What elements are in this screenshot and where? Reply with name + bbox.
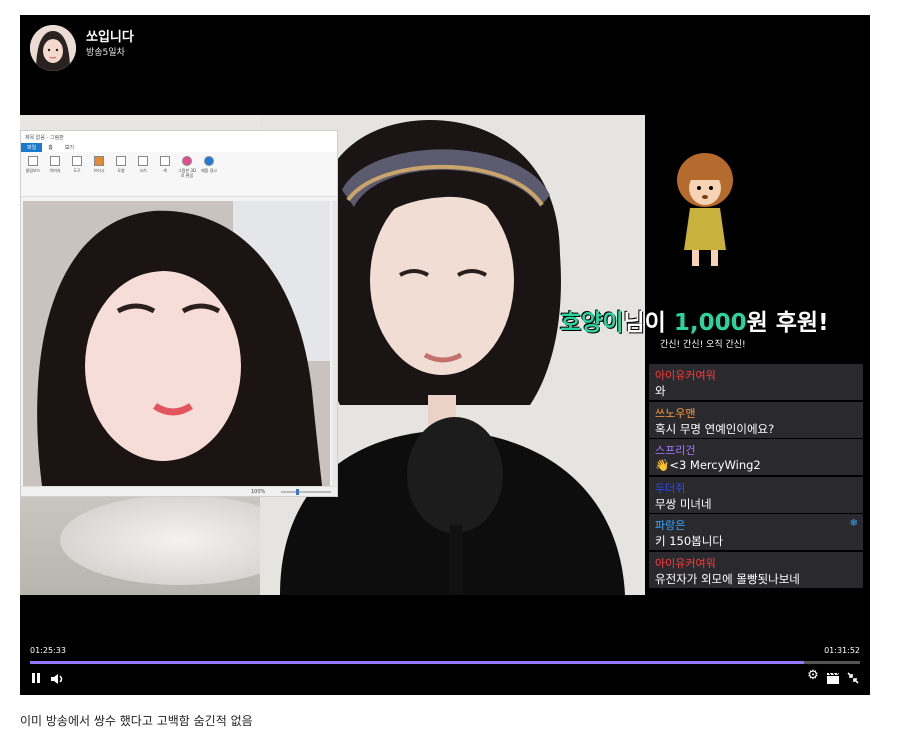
chat-message: 무쌍 미녀네 xyxy=(655,496,712,511)
chat-item: 쓰노우맨 혹시 무명 연예인이에요? xyxy=(649,401,863,438)
video-player[interactable]: 쏘입니다 방송5일차 제목 없음 - 그림판 파일 홈 보기 클립보드 이미지 … xyxy=(20,15,870,695)
current-time: 01:25:33 xyxy=(30,646,66,655)
ribbon-product-alert[interactable]: 제품 경고 xyxy=(199,156,219,192)
chat-item: 아이유커여워 유전자가 외모에 몰빵됫나보네 xyxy=(649,551,863,588)
ribbon-image[interactable]: 이미지 xyxy=(45,156,65,192)
paint-tab-view[interactable]: 보기 xyxy=(59,143,80,152)
avatar[interactable] xyxy=(30,25,76,71)
chat-overlay: 아이유커여워 와 쓰노우맨 혹시 무명 연예인이에요? 스프리건 👋<3 Mer… xyxy=(649,364,863,589)
chat-username[interactable]: 스프리건 xyxy=(655,442,857,458)
ribbon-paint3d[interactable]: 그림판 3D로 편집 xyxy=(177,156,197,192)
broadcast-day: 방송5일차 xyxy=(86,48,125,58)
progress-bar[interactable] xyxy=(30,661,860,664)
paint-tab-file[interactable]: 파일 xyxy=(21,143,43,152)
chat-message: 와 xyxy=(655,384,666,398)
chat-message: 유전자가 외모에 몰빵됫나보네 xyxy=(655,571,800,586)
chat-message: 👋<3 MercyWing2 xyxy=(655,458,761,472)
ribbon-brushes[interactable]: 브러시 xyxy=(89,156,109,192)
chat-message: 혹시 무명 연예인이에요? xyxy=(655,421,775,436)
donation-character-image xyxy=(677,153,733,266)
donor-name: 호양이 xyxy=(560,310,624,336)
paint-ribbon: 클립보드 이미지 도구 브러시 도형 크기 색 그림판 3D로 편집 제품 경고 xyxy=(21,152,337,197)
chat-item: 아이유커여워 와 xyxy=(649,364,863,400)
chat-username[interactable]: 아이유커여워 xyxy=(655,555,857,571)
paint-scrollbar[interactable] xyxy=(332,201,337,493)
chat-item: 파랑은 키 150봅니다 ❄ xyxy=(649,514,863,550)
donation-message: 간신! 간신! 오직 간신! xyxy=(660,340,746,350)
ribbon-shapes[interactable]: 도형 xyxy=(111,156,131,192)
paint-statusbar: 100% xyxy=(21,486,337,496)
chat-item: 두더쥐 무쌍 미녀네 xyxy=(649,476,863,513)
pause-button[interactable] xyxy=(30,671,42,685)
chat-username[interactable]: 쓰노우맨 xyxy=(655,405,857,421)
paint-titlebar: 제목 없음 - 그림판 xyxy=(21,131,337,143)
paint-window[interactable]: 제목 없음 - 그림판 파일 홈 보기 클립보드 이미지 도구 브러시 도형 크… xyxy=(20,130,338,497)
exit-fullscreen-icon[interactable] xyxy=(846,670,860,684)
chat-message: 키 150봅니다 xyxy=(655,534,723,548)
progress-fill xyxy=(30,661,804,664)
streamer-name: 쏘입니다 xyxy=(86,30,134,45)
ribbon-size[interactable]: 크기 xyxy=(133,156,153,192)
volume-icon[interactable] xyxy=(50,671,66,685)
total-time: 01:31:52 xyxy=(824,646,860,655)
ribbon-tools[interactable]: 도구 xyxy=(67,156,87,192)
paint-tabs: 파일 홈 보기 xyxy=(21,143,337,152)
donation-amount: 1,000 xyxy=(673,310,747,336)
paint-canvas-image[interactable] xyxy=(23,201,330,493)
chat-username[interactable]: 파랑은 xyxy=(655,517,857,533)
snowflake-icon: ❄ xyxy=(849,518,858,529)
chat-username[interactable]: 아이유커여워 xyxy=(655,367,857,383)
zoom-slider[interactable] xyxy=(281,489,331,495)
zoom-level: 100% xyxy=(251,489,266,495)
post-caption: 이미 방송에서 쌍수 했다고 고백함 숨긴적 없음 xyxy=(20,714,253,728)
chat-item: 스프리건 👋<3 MercyWing2 xyxy=(649,439,863,475)
donation-honorific: 님이 xyxy=(623,310,666,336)
donation-amount-suffix: 원 후원! xyxy=(746,310,829,336)
video-frame[interactable]: 제목 없음 - 그림판 파일 홈 보기 클립보드 이미지 도구 브러시 도형 크… xyxy=(20,115,870,595)
paint-tab-home[interactable]: 홈 xyxy=(42,143,59,152)
clip-icon[interactable] xyxy=(826,670,840,684)
ribbon-clipboard[interactable]: 클립보드 xyxy=(23,156,43,192)
donation-alert: 호양이님이 1,000원 후원! xyxy=(560,303,860,337)
gear-icon[interactable]: ⚙ xyxy=(806,669,820,683)
ribbon-colors[interactable]: 색 xyxy=(155,156,175,192)
chat-username[interactable]: 두더쥐 xyxy=(655,480,857,496)
